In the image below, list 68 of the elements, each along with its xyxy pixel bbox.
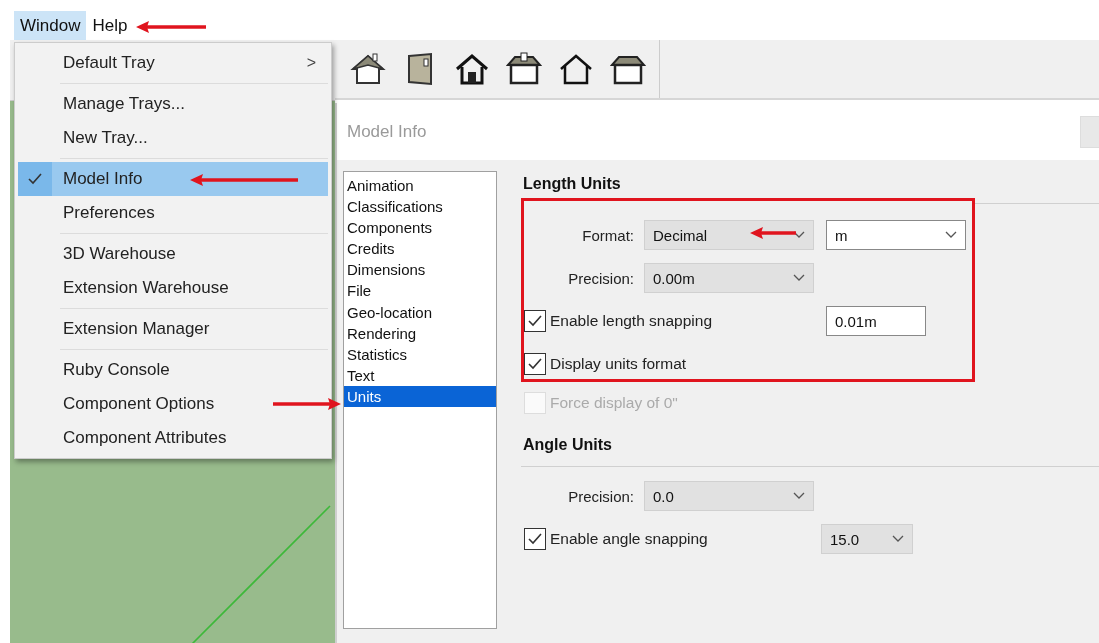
menu-item-label: Manage Trays...	[63, 94, 185, 114]
menu-item[interactable]: Component Options	[18, 387, 328, 421]
checkbox-label: Force display of 0"	[550, 394, 678, 412]
menu-item[interactable]: Ruby Console	[18, 353, 328, 387]
category-item[interactable]: Statistics	[344, 343, 496, 365]
annotation-arrow	[136, 20, 206, 34]
menu-item[interactable]: Preferences	[18, 196, 328, 230]
checkbox-label: Enable angle snapping	[550, 530, 708, 548]
chevron-down-icon	[945, 231, 957, 239]
menu-item[interactable]: Manage Trays...	[18, 87, 328, 121]
menu-item-label: 3D Warehouse	[63, 244, 176, 264]
checkbox[interactable]	[524, 353, 546, 375]
house-icon[interactable]	[505, 51, 543, 87]
chevron-down-icon	[793, 274, 805, 282]
house-icon[interactable]	[453, 51, 491, 87]
menu-item[interactable]: Model Info	[18, 162, 328, 196]
menu-bar-item[interactable]: Window	[14, 11, 87, 40]
field-label: Format:	[581, 226, 634, 244]
menu-item-label: Model Info	[63, 169, 143, 189]
category-item[interactable]: Components	[344, 217, 496, 239]
category-item[interactable]: Text	[344, 364, 496, 386]
menu-item-label: Default Tray	[63, 53, 155, 73]
check-icon	[527, 357, 543, 371]
annotation-arrow	[273, 397, 341, 411]
panel-title: Model Info	[347, 121, 427, 142]
field-label: Precision:	[567, 487, 634, 505]
submenu-arrow: >	[306, 54, 316, 72]
checkbox-label: Display units format	[550, 355, 687, 373]
chevron-down-icon	[793, 492, 805, 500]
category-item[interactable]: Credits	[344, 238, 496, 260]
category-item[interactable]: Rendering	[344, 322, 496, 344]
category-item[interactable]: File	[344, 280, 496, 302]
input-field[interactable]: 0.01m	[826, 306, 926, 336]
dropdown[interactable]: 0.0	[644, 481, 814, 511]
menu-item[interactable]: New Tray...	[18, 121, 328, 155]
chevron-down-icon	[892, 535, 904, 543]
dropdown[interactable]: m	[826, 220, 966, 250]
menu-item[interactable]: Component Attributes	[18, 421, 328, 455]
category-item[interactable]: Animation	[344, 175, 496, 197]
dropdown[interactable]: 15.0	[821, 524, 913, 554]
menu-item-label: Component Attributes	[63, 428, 227, 448]
section-heading: Angle Units	[521, 432, 1099, 467]
checkbox[interactable]	[524, 310, 546, 332]
category-item[interactable]: Classifications	[344, 196, 496, 218]
checkbox[interactable]	[524, 528, 546, 550]
menu-item-label: Preferences	[63, 203, 155, 223]
check-icon	[527, 532, 543, 546]
menu-item[interactable]: 3D Warehouse	[18, 237, 328, 271]
house-icon[interactable]	[349, 51, 387, 87]
menu-item-label: Extension Manager	[63, 319, 210, 339]
menu-item-label: Component Options	[63, 394, 215, 414]
dropdown[interactable]: 0.00m	[644, 263, 814, 293]
category-item[interactable]: Geo-location	[344, 301, 496, 323]
annotation-arrow	[750, 226, 796, 240]
menu-bar-item[interactable]: Help	[86, 11, 134, 40]
category-item[interactable]: Units	[344, 385, 496, 408]
category-item[interactable]: Dimensions	[344, 259, 496, 281]
checkbox-label: Enable length snapping	[550, 312, 713, 330]
check-icon	[527, 314, 543, 328]
dropdown[interactable]: Decimal	[644, 220, 814, 250]
field-label: Precision:	[567, 269, 634, 287]
menu-item[interactable]: Default Tray >	[18, 46, 328, 80]
menu-item[interactable]: Extension Manager	[18, 312, 328, 346]
chevron-down-icon	[793, 231, 805, 239]
menu-item-label: New Tray...	[63, 128, 148, 148]
menu-item-label: Ruby Console	[63, 360, 170, 380]
menu-item[interactable]: Extension Warehouse	[18, 271, 328, 305]
menu-item-label: Extension Warehouse	[63, 278, 229, 298]
